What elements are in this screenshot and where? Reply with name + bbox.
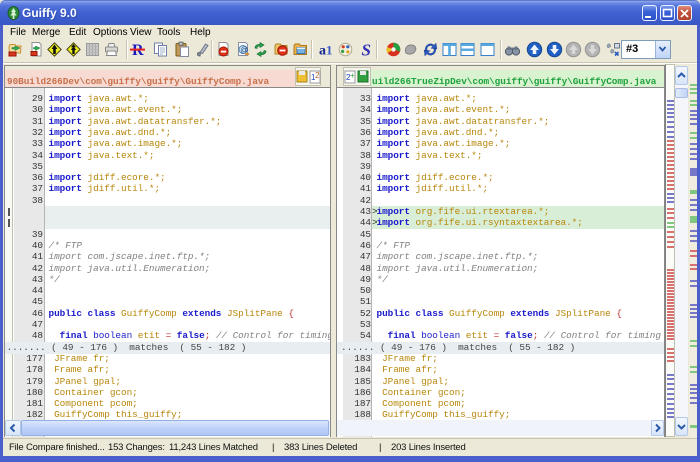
svg-text:1: 1 [326, 43, 333, 58]
svg-text:S: S [361, 41, 370, 58]
svg-text:2: 2 [315, 71, 320, 80]
svg-text:+: + [350, 71, 355, 80]
svg-text:a: a [319, 44, 326, 59]
